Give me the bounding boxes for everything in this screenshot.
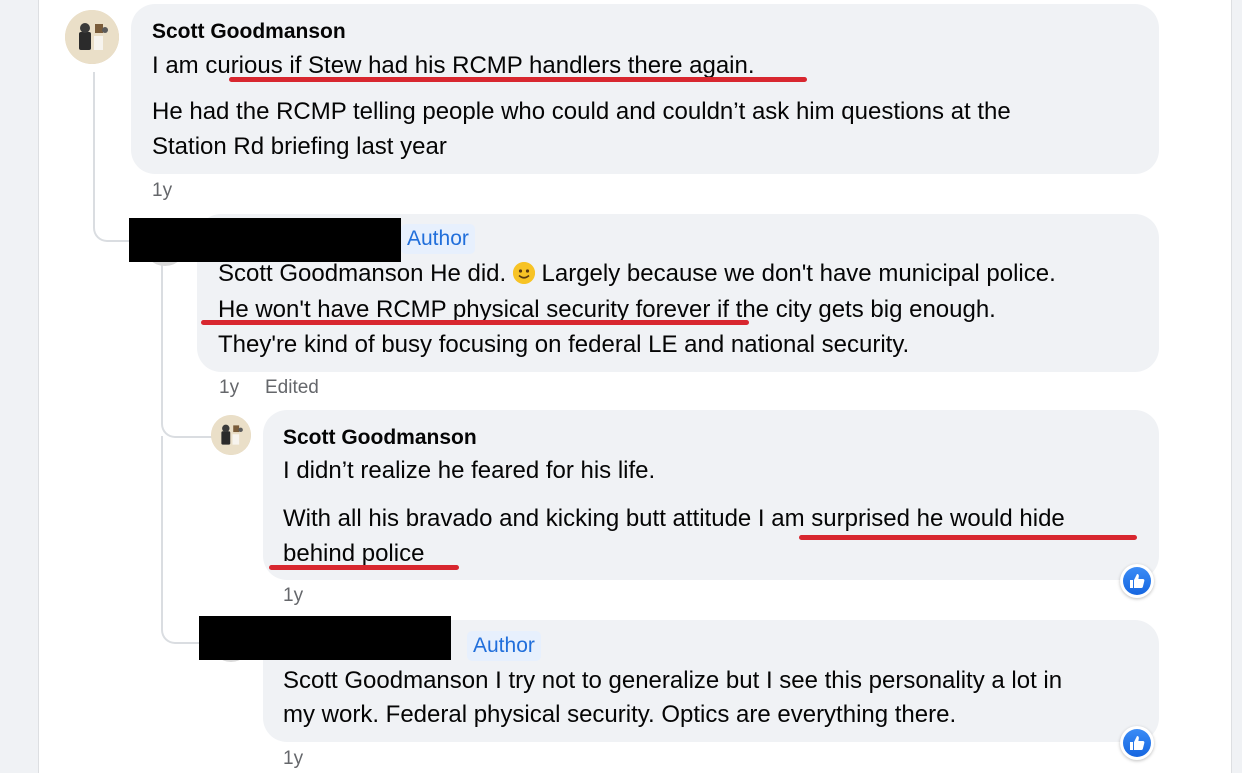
like-icon (1123, 567, 1151, 595)
reply-author-name[interactable]: Scott Goodmanson (283, 426, 477, 450)
like-reaction[interactable] (1120, 564, 1154, 598)
thread-line-level2b (161, 436, 201, 644)
reply-text-line: I didn’t realize he feared for his life. (283, 457, 656, 484)
redacted-name (129, 218, 401, 262)
annotation-underline (269, 565, 459, 570)
edited-label[interactable]: Edited (265, 377, 319, 399)
comment-text-line: Station Rd briefing last year (152, 133, 447, 160)
reply-timestamp[interactable]: 1y (283, 748, 303, 770)
avatar[interactable] (65, 10, 119, 64)
reply-text-line: Scott Goodmanson I try not to generalize… (283, 667, 1063, 694)
reply-text-line: behind police (283, 540, 425, 567)
like-reaction[interactable] (1120, 726, 1154, 760)
author-badge: Author (401, 224, 475, 254)
avatar-image-icon (211, 415, 251, 455)
redacted-name (199, 616, 451, 660)
reply-text-part: Scott Goodmanson He did. (218, 260, 513, 287)
reply-text-part: Largely because we don't have municipal … (534, 260, 1056, 287)
comments-panel: Scott Goodmanson I am curious if Stew ha… (38, 0, 1232, 773)
annotation-underline (799, 535, 1137, 540)
slightly-smiling-face-icon (512, 262, 535, 284)
avatar[interactable] (211, 415, 251, 455)
annotation-underline (201, 320, 749, 325)
author-badge: Author (467, 631, 541, 661)
reply-text-line: With all his bravado and kicking butt at… (283, 505, 1065, 532)
comment-timestamp[interactable]: 1y (152, 180, 172, 202)
comment-author-name[interactable]: Scott Goodmanson (152, 20, 346, 44)
reply-timestamp[interactable]: 1y (283, 585, 303, 607)
reply-text-line: They're kind of busy focusing on federal… (218, 331, 910, 358)
comment-text-line: He had the RCMP telling people who could… (152, 98, 1011, 125)
reply-text-line: my work. Federal physical security. Opti… (283, 701, 957, 728)
avatar-image-icon (65, 10, 119, 64)
reply-text-line: Scott Goodmanson He did. Largely because… (218, 260, 1056, 288)
reply-timestamp[interactable]: 1y (219, 377, 239, 399)
annotation-underline (229, 77, 807, 82)
like-icon (1123, 729, 1151, 757)
comment-text-line: I am curious if Stew had his RCMP handle… (152, 52, 755, 79)
